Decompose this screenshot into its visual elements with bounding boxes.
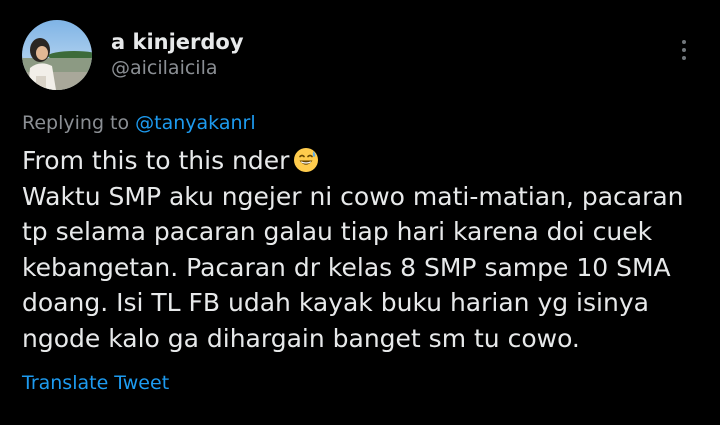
more-vertical-icon-dot (682, 48, 686, 52)
tweet-line: kebangetan. Pacaran dr kelas 8 SMP sampe… (22, 252, 671, 282)
tweet-text: From this to this nder Waktu SMP aku nge… (22, 143, 712, 356)
profile-photo (22, 20, 92, 90)
more-options-button[interactable] (670, 36, 698, 64)
replying-prefix: Replying to (22, 112, 136, 134)
tweet-line: ngode kalo ga dihargain banget sm tu cow… (22, 323, 580, 353)
tweet-line: Waktu SMP aku ngejer ni cowo mati-matian… (22, 181, 684, 211)
more-vertical-icon-dot (682, 56, 686, 60)
replying-to: Replying to @tanyakanrl (22, 111, 256, 135)
tweet-line: doang. Isi TL FB udah kayak buku harian … (22, 288, 649, 317)
reply-mention-link[interactable]: @tanyakanrl (135, 112, 255, 134)
translate-tweet-link[interactable]: Translate Tweet (22, 371, 169, 395)
tweet-line: tp selama pacaran galau tiap hari karena… (22, 217, 653, 246)
avatar[interactable] (22, 20, 92, 90)
display-name[interactable]: a kinjerdoy (111, 29, 244, 55)
more-vertical-icon (682, 40, 686, 44)
grinning-sweat-emoji (294, 148, 319, 172)
tweet-line: From this to this nder (22, 143, 712, 179)
user-handle[interactable]: @aicilaicila (111, 56, 218, 80)
tweet-line-text: From this to this nder (22, 146, 290, 175)
